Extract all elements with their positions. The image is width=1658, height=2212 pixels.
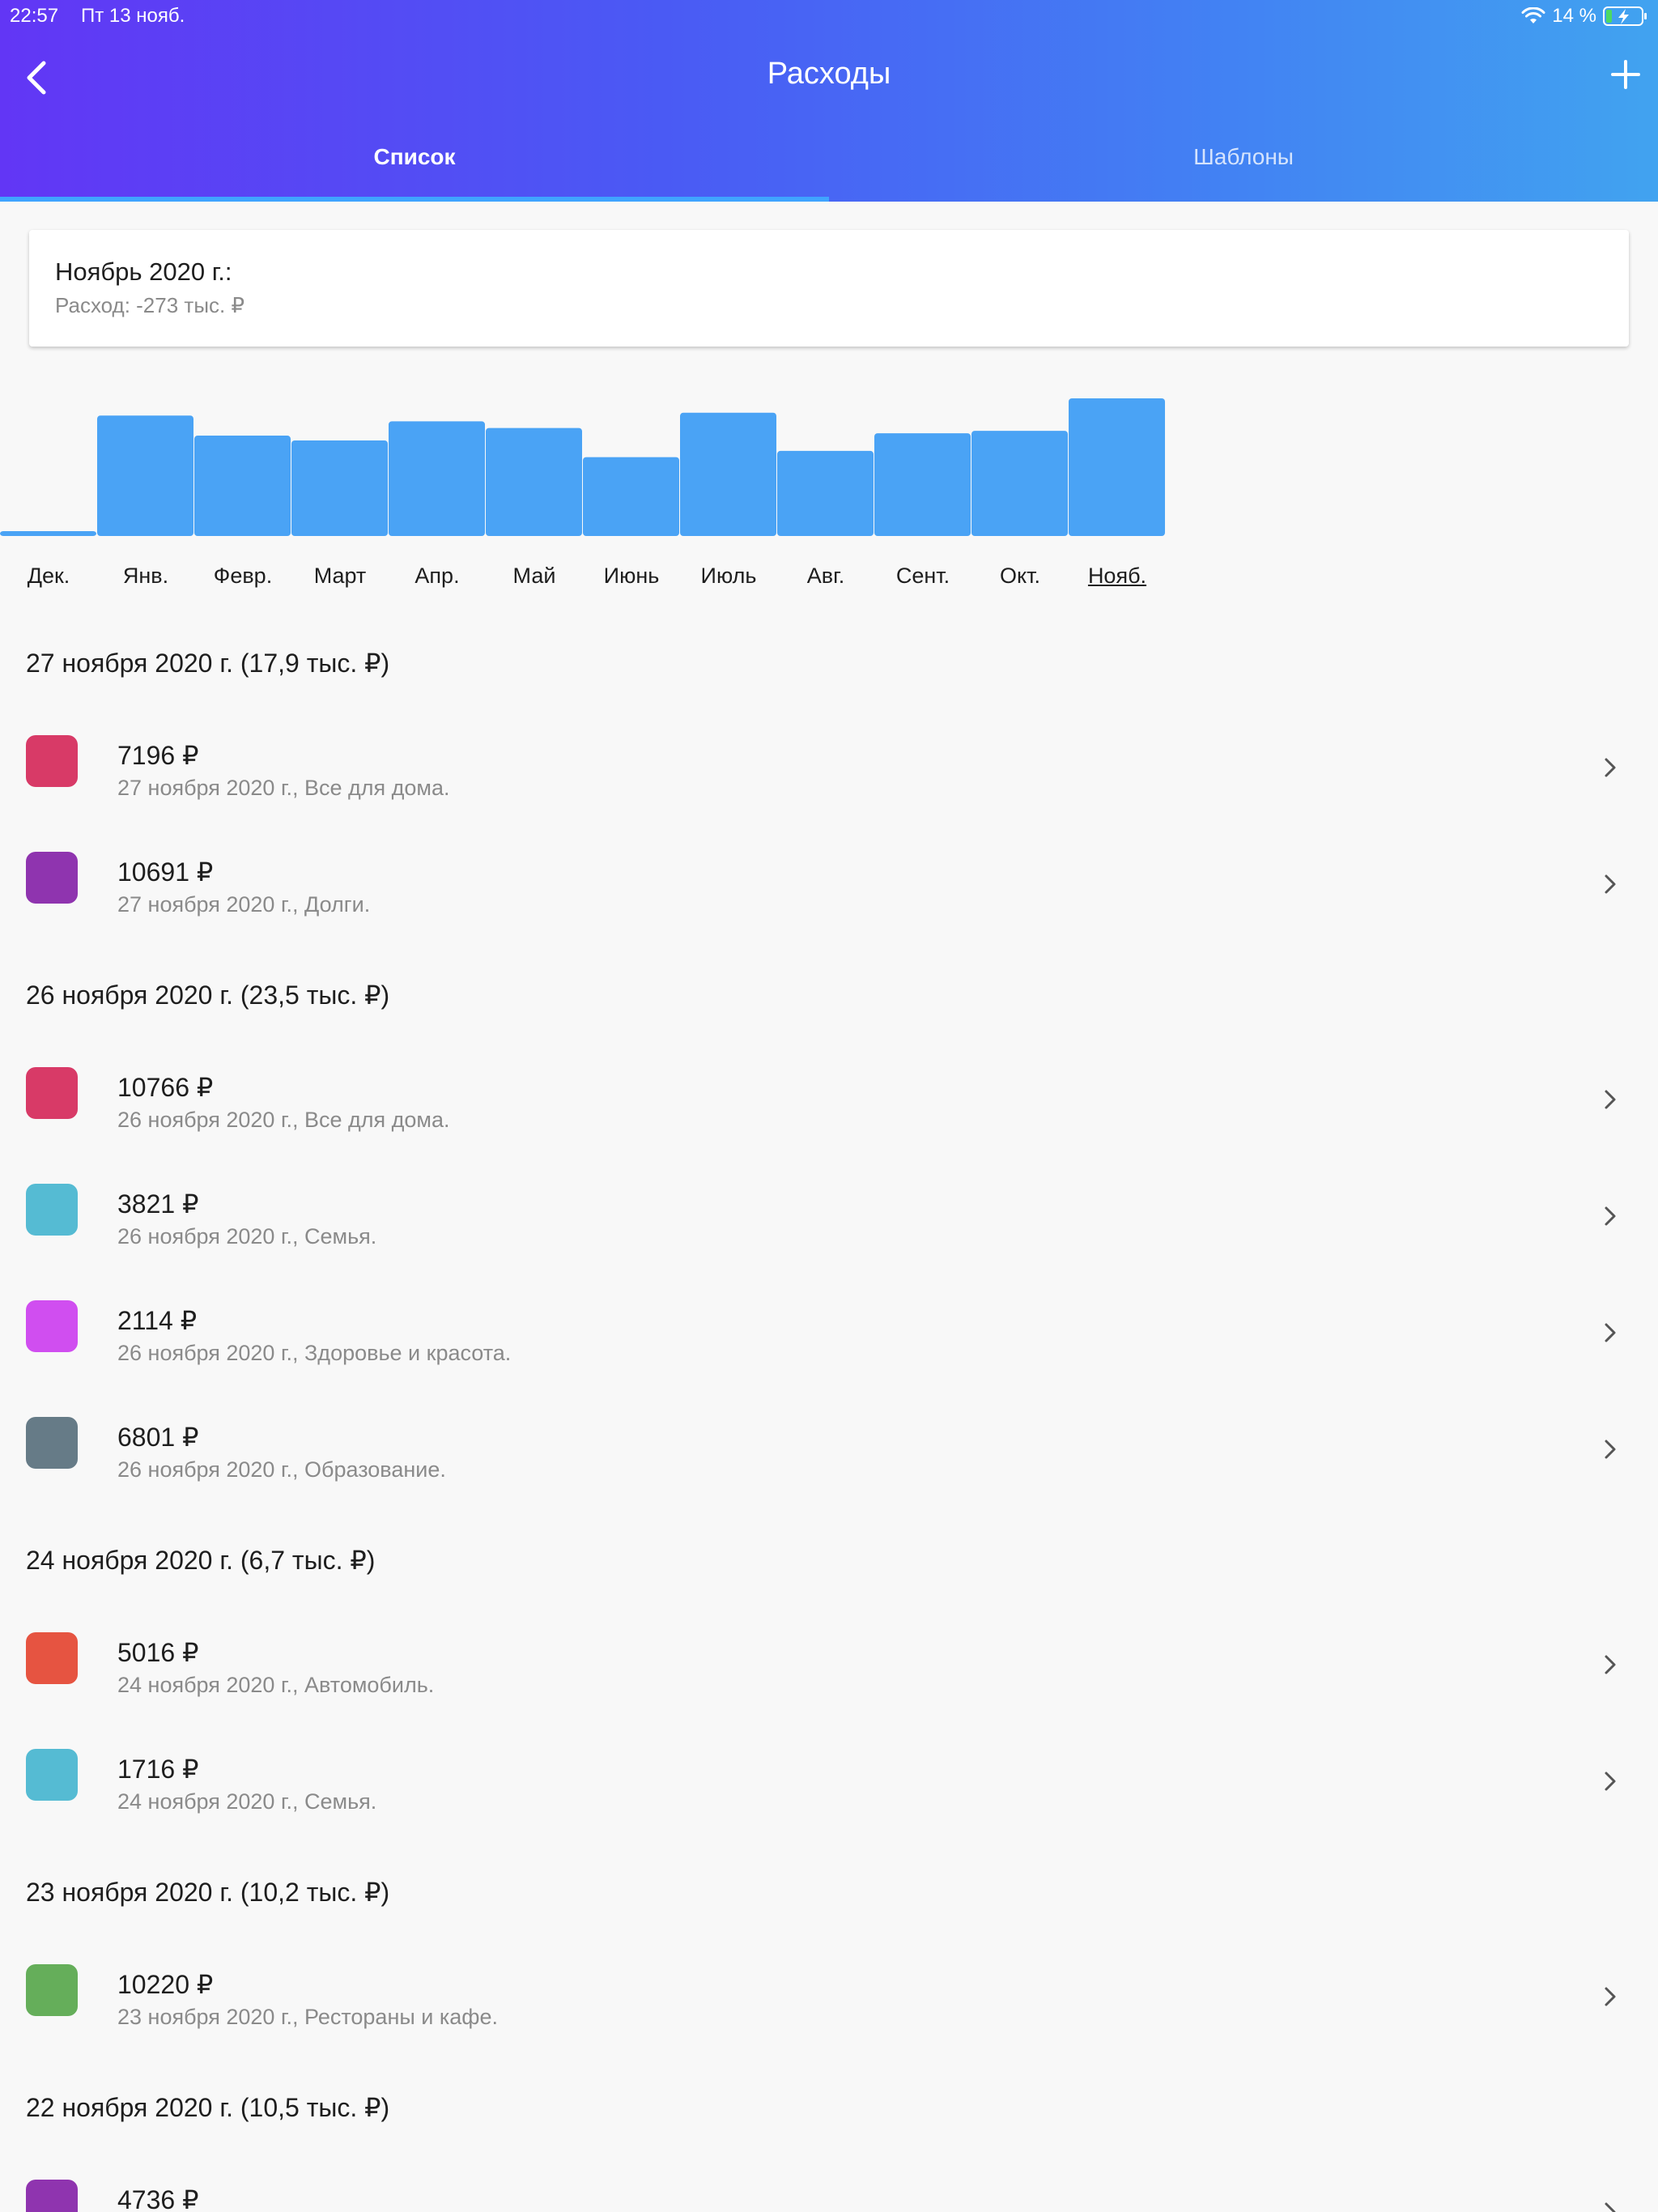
- app-header: 22:57 Пт 13 нояб. 14 % Расходы Список Ша…: [0, 0, 1658, 202]
- expense-row[interactable]: 10220 ₽ 23 ноября 2020 г., Рестораны и ка…: [0, 1964, 1658, 2069]
- add-icon[interactable]: [1609, 58, 1642, 91]
- chevron-right-icon[interactable]: [1601, 1767, 1619, 1796]
- expense-description: 26 ноября 2020 г., Все для дома.: [117, 1108, 450, 1132]
- day-header: 23 ноября 2020 г. (10,2 тыс. ₽): [26, 1878, 390, 1907]
- expense-row[interactable]: 6801 ₽ 26 ноября 2020 г., Образование.: [0, 1417, 1658, 1522]
- category-color-swatch: [26, 735, 78, 787]
- summary-subtitle: Расход: -273 тыс. ₽: [55, 293, 244, 317]
- chevron-right-icon[interactable]: [1601, 1435, 1619, 1464]
- expense-amount: 10220 ₽: [117, 1970, 214, 1999]
- tab-templates[interactable]: Шаблоны: [829, 144, 1658, 170]
- chart-month-label[interactable]: Сент.: [874, 564, 971, 589]
- chart-bar-10[interactable]: [971, 431, 1068, 536]
- chart-bar-5[interactable]: [486, 428, 582, 536]
- chart-bar-11[interactable]: [1069, 398, 1165, 536]
- day-header: 27 ноября 2020 г. (17,9 тыс. ₽): [26, 649, 390, 678]
- tab-list[interactable]: Список: [0, 144, 829, 170]
- chevron-right-icon[interactable]: [1601, 1650, 1619, 1679]
- tab-indicator: [0, 197, 829, 202]
- expense-row[interactable]: 10766 ₽ 26 ноября 2020 г., Все для дома.: [0, 1067, 1658, 1172]
- expense-row[interactable]: 4736 ₽22 ноября 2020 г., Долги.: [0, 2180, 1658, 2212]
- expense-description: 27 ноября 2020 г., Долги.: [117, 892, 371, 917]
- expense-description: 26 ноября 2020 г., Семья.: [117, 1224, 377, 1249]
- chart-bar-2[interactable]: [194, 436, 291, 536]
- chart-svg[interactable]: [0, 389, 1182, 551]
- expense-amount: 10691 ₽: [117, 857, 214, 887]
- chart-bar-8[interactable]: [777, 450, 874, 536]
- status-bar: 22:57 Пт 13 нояб. 14 %: [0, 0, 1658, 32]
- expense-row[interactable]: 3821 ₽ 26 ноября 2020 г., Семья.: [0, 1184, 1658, 1289]
- category-color-swatch: [26, 1749, 78, 1801]
- expense-row[interactable]: 2114 ₽ 26 ноября 2020 г., Здоровье и крас…: [0, 1300, 1658, 1406]
- category-color-swatch: [26, 1632, 78, 1684]
- chart-bar-1[interactable]: [97, 415, 193, 536]
- expense-row[interactable]: 7196 ₽ 27 ноября 2020 г., Все для дома.: [0, 735, 1658, 840]
- expense-amount: 4736 ₽: [117, 2185, 199, 2212]
- category-color-swatch: [26, 1417, 78, 1469]
- expense-row[interactable]: 5016 ₽ 24 ноября 2020 г., Автомобиль.: [0, 1632, 1658, 1738]
- status-time: 22:57: [10, 5, 59, 27]
- chart-bar-7[interactable]: [680, 412, 776, 536]
- chart-month-label[interactable]: Март: [291, 564, 389, 589]
- battery-percent: 14 %: [1552, 5, 1596, 27]
- expense-amount: 2114 ₽: [117, 1306, 198, 1335]
- category-color-swatch: [26, 1184, 78, 1236]
- chevron-right-icon[interactable]: [1601, 870, 1619, 899]
- summary-title: Ноябрь 2020 г.:: [55, 257, 232, 286]
- expense-description: 27 ноября 2020 г., Все для дома.: [117, 776, 450, 800]
- category-color-swatch: [26, 852, 78, 904]
- chart-bar-3[interactable]: [291, 440, 388, 536]
- chart-month-label[interactable]: Июнь: [583, 564, 680, 589]
- chart-month-label[interactable]: Дек.: [0, 564, 97, 589]
- day-header: 24 ноября 2020 г. (6,7 тыс. ₽): [26, 1546, 376, 1575]
- chevron-right-icon[interactable]: [1601, 1202, 1619, 1231]
- chevron-right-icon[interactable]: [1601, 1085, 1619, 1114]
- expense-row[interactable]: 10691 ₽ 27 ноября 2020 г., Долги.: [0, 852, 1658, 957]
- day-header: 22 ноября 2020 г. (10,5 тыс. ₽): [26, 2093, 390, 2122]
- expense-description: 24 ноября 2020 г., Семья.: [117, 1789, 377, 1814]
- chart-month-label[interactable]: Май: [486, 564, 583, 589]
- expense-description: 26 ноября 2020 г., Здоровье и красота.: [117, 1341, 512, 1365]
- expense-amount: 1716 ₽: [117, 1755, 199, 1784]
- chart-month-label[interactable]: Июль: [680, 564, 777, 589]
- expense-description: 23 ноября 2020 г., Рестораны и кафе.: [117, 2005, 499, 2029]
- category-color-swatch: [26, 1067, 78, 1119]
- chart-month-label[interactable]: Нояб.: [1069, 564, 1166, 589]
- chevron-right-icon[interactable]: [1601, 753, 1619, 782]
- chart-bar-9[interactable]: [874, 433, 971, 536]
- expense-description: 24 ноября 2020 г., Автомобиль.: [117, 1673, 435, 1697]
- chart-month-label[interactable]: Авг.: [777, 564, 874, 589]
- expense-description: 26 ноября 2020 г., Образование.: [117, 1457, 446, 1482]
- wifi-icon: [1521, 7, 1545, 23]
- category-color-swatch: [26, 1300, 78, 1352]
- chart-bar-6[interactable]: [583, 457, 679, 536]
- expense-amount: 5016 ₽: [117, 1638, 199, 1667]
- chevron-right-icon[interactable]: [1601, 2197, 1619, 2212]
- expense-amount: 6801 ₽: [117, 1423, 199, 1452]
- chart-month-label[interactable]: Янв.: [97, 564, 194, 589]
- summary-card: Ноябрь 2020 г.: Расход: -273 тыс. ₽: [29, 230, 1629, 347]
- chart-bar-0[interactable]: [0, 531, 96, 536]
- chevron-right-icon[interactable]: [1601, 1982, 1619, 2011]
- battery-charging-icon: [1603, 6, 1647, 26]
- status-right: 14 %: [1521, 5, 1648, 28]
- chart-month-label[interactable]: Февр.: [194, 564, 291, 589]
- category-color-swatch: [26, 2180, 78, 2212]
- expense-amount: 3821 ₽: [117, 1189, 199, 1219]
- category-color-swatch: [26, 1964, 78, 2016]
- expense-amount: 7196 ₽: [117, 741, 199, 770]
- status-date: Пт 13 нояб.: [81, 5, 185, 27]
- page-title: Расходы: [767, 57, 891, 91]
- expense-amount: 10766 ₽: [117, 1073, 214, 1102]
- chart-month-label[interactable]: Окт.: [971, 564, 1069, 589]
- chart-bar-4[interactable]: [389, 421, 485, 536]
- chart-month-label[interactable]: Апр.: [389, 564, 486, 589]
- chevron-right-icon[interactable]: [1601, 1318, 1619, 1347]
- expense-row[interactable]: 1716 ₽ 24 ноября 2020 г., Семья.: [0, 1749, 1658, 1854]
- day-header: 26 ноября 2020 г. (23,5 тыс. ₽): [26, 981, 390, 1010]
